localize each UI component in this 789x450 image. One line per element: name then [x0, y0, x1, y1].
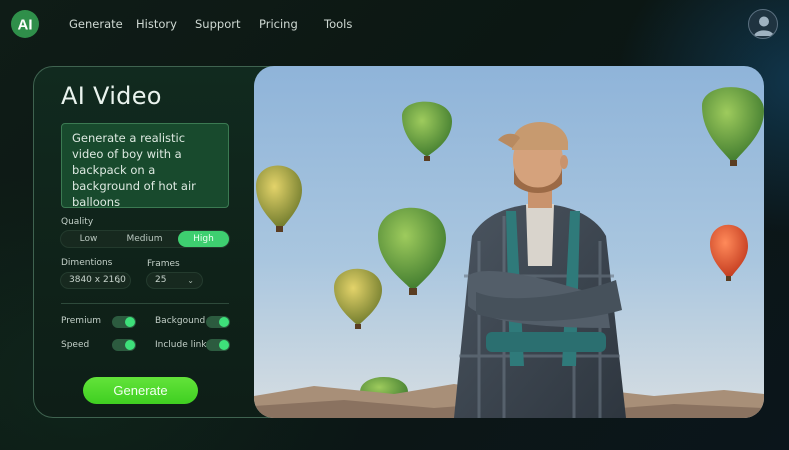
quality-selector: Low Medium High — [60, 230, 230, 248]
frames-select[interactable]: 25 ⌄ — [146, 272, 203, 289]
background-toggle[interactable] — [206, 316, 230, 328]
toggle-knob — [219, 317, 229, 327]
ai-logo-icon: AI — [11, 10, 39, 38]
premium-toggle[interactable] — [112, 316, 136, 328]
quality-label: Quality — [61, 217, 94, 227]
include-link-toggle[interactable] — [206, 339, 230, 351]
frames-label: Frames — [147, 259, 180, 269]
background-label: Backgound — [155, 316, 206, 326]
frames-value: 25 — [155, 275, 167, 285]
nav-generate[interactable]: Generate — [69, 17, 123, 31]
user-avatar-icon — [754, 16, 774, 36]
svg-text:AI: AI — [18, 17, 33, 34]
nav-history[interactable]: History — [136, 17, 177, 31]
app-logo[interactable]: AI — [10, 9, 40, 39]
video-preview — [254, 66, 764, 418]
toggle-knob — [219, 340, 229, 350]
preview-image — [254, 66, 764, 418]
panel-divider — [61, 303, 229, 304]
premium-label: Premium — [61, 316, 102, 326]
quality-option-low[interactable]: Low — [61, 231, 116, 247]
prompt-textarea[interactable]: Generate a realistic video of boy with a… — [61, 123, 229, 209]
dimensions-label: Dimentions — [61, 258, 113, 268]
dimensions-select[interactable]: 3840 x 2160 ⌄ — [60, 272, 131, 289]
user-avatar-button[interactable] — [748, 9, 778, 39]
include-link-label: Include link — [155, 340, 207, 350]
toggle-knob — [125, 340, 135, 350]
nav-support[interactable]: Support — [195, 17, 240, 31]
quality-option-medium[interactable]: Medium — [117, 231, 172, 247]
page-title: AI Video — [61, 82, 162, 110]
nav-pricing[interactable]: Pricing — [259, 17, 298, 31]
chevron-down-icon: ⌄ — [115, 276, 122, 285]
generate-button[interactable]: Generate — [83, 377, 198, 404]
quality-option-high[interactable]: High — [178, 231, 229, 247]
nav-tools[interactable]: Tools — [324, 17, 352, 31]
chevron-down-icon: ⌄ — [187, 276, 194, 285]
toggle-knob — [125, 317, 135, 327]
speed-toggle[interactable] — [112, 339, 136, 351]
speed-label: Speed — [61, 340, 90, 350]
